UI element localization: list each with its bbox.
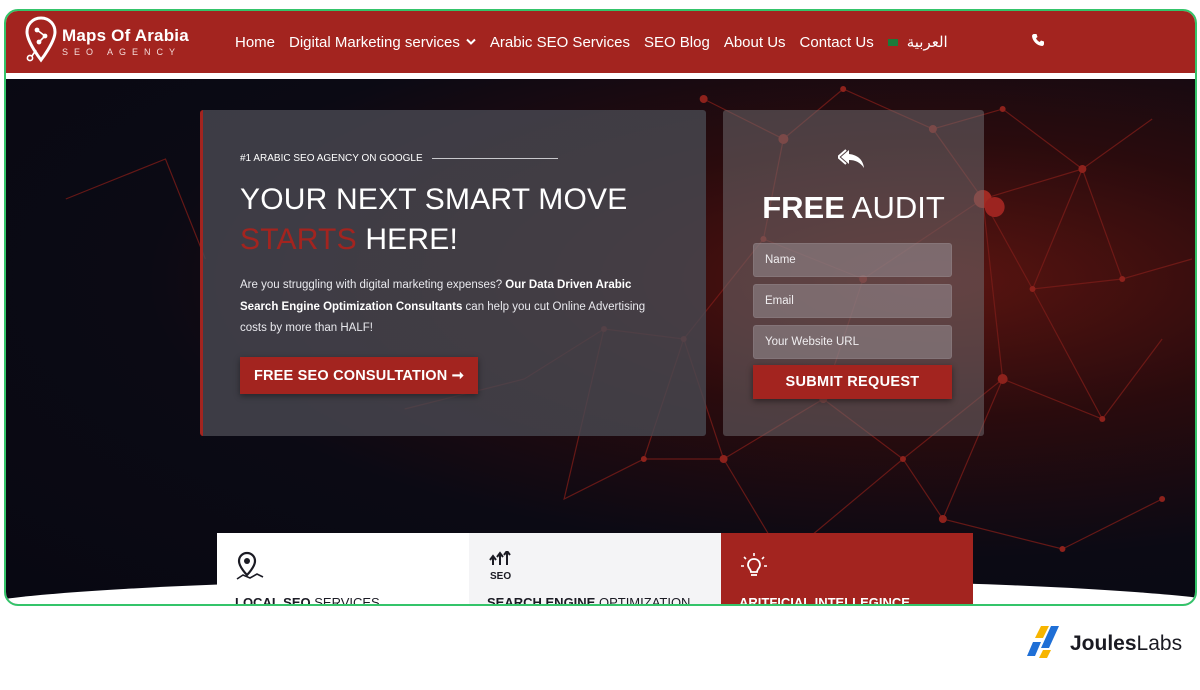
service-card-local-seo[interactable]: LOCAL SEO SERVICES xyxy=(217,533,469,606)
service-label-local-seo: LOCAL SEO SERVICES xyxy=(235,595,380,606)
seo-icon-text: SEO xyxy=(490,571,511,581)
brand-name-bold: Joules xyxy=(1070,632,1137,655)
chevron-down-icon xyxy=(466,38,476,45)
free-audit-title: FREE AUDIT xyxy=(723,190,984,226)
submit-request-button[interactable]: SUBMIT REQUEST xyxy=(753,365,952,399)
nav-digital-marketing-label: Digital Marketing services xyxy=(289,33,460,51)
phone-icon[interactable] xyxy=(1031,33,1045,47)
hero-desc-intro: Are you struggling with digital marketin… xyxy=(240,279,506,291)
hero-headline-line1: YOUR NEXT SMART MOVE xyxy=(240,183,628,216)
seo-arrows-icon: SEO xyxy=(489,551,511,581)
main-menu: Home Digital Marketing services Arabic S… xyxy=(235,11,948,73)
email-field[interactable] xyxy=(753,284,952,318)
nav-contact[interactable]: Contact Us xyxy=(800,34,874,51)
hero-headline: YOUR NEXT SMART MOVE STARTS HERE! xyxy=(240,180,627,260)
hero-card: #1 ARABIC SEO AGENCY ON GOOGLE YOUR NEXT… xyxy=(200,110,706,436)
jouleslabs-logo-icon xyxy=(1027,626,1059,658)
service-label-rest: SERVICES xyxy=(310,595,380,606)
audit-title-bold: FREE xyxy=(762,190,845,225)
service-label-artificial-intelligence: ARITFICIAL INTELLEGINCE xyxy=(739,595,910,606)
audit-title-rest: AUDIT xyxy=(844,190,945,225)
nav-seo-blog[interactable]: SEO Blog xyxy=(644,34,710,51)
hero-eyebrow-text: #1 ARABIC SEO AGENCY ON GOOGLE xyxy=(240,153,423,164)
hero-headline-accent: STARTS xyxy=(240,223,357,256)
browser-frame: Maps Of Arabia SEO AGENCY Home Digital M… xyxy=(4,9,1197,606)
nav-home-label: Home xyxy=(235,33,276,51)
hero-eyebrow: #1 ARABIC SEO AGENCY ON GOOGLE xyxy=(240,153,558,164)
nav-arabic-seo-label: Arabic SEO Services xyxy=(489,33,630,51)
hero-headline-rest: HERE! xyxy=(356,223,459,256)
service-label-search-engine-optimization: SEARCH ENGINE OPTIMIZATION xyxy=(487,595,691,606)
eyebrow-divider xyxy=(431,158,558,159)
nav-arabic-language[interactable]: العربية xyxy=(887,33,948,51)
flag-icon xyxy=(887,38,898,46)
nav-about[interactable]: About Us xyxy=(724,34,786,51)
reply-all-icon xyxy=(838,149,864,168)
name-field[interactable] xyxy=(753,243,952,277)
map-pin-logo-icon xyxy=(25,16,57,63)
service-label-bold: SEARCH ENGINE xyxy=(487,595,596,606)
jouleslabs-watermark: JoulesLabs xyxy=(1027,626,1182,662)
free-audit-form: FREE AUDIT SUBMIT REQUEST xyxy=(723,110,984,436)
nav-digital-marketing[interactable]: Digital Marketing services xyxy=(289,34,476,51)
site-logo[interactable]: Maps Of Arabia SEO AGENCY xyxy=(24,16,189,66)
service-card-artificial-intelligence[interactable]: ARITFICIAL INTELLEGINCE xyxy=(721,533,973,606)
hero-description: Are you struggling with digital marketin… xyxy=(240,275,670,340)
nav-contact-label: Contact Us xyxy=(799,33,874,51)
logo-title: Maps Of Arabia xyxy=(62,25,189,45)
jouleslabs-wordmark: JoulesLabs xyxy=(1070,632,1182,656)
service-label-bold: LOCAL SEO xyxy=(235,595,311,606)
service-label-rest: OPTIMIZATION xyxy=(595,595,691,606)
nav-arabic-label: العربية xyxy=(906,34,948,51)
nav-arabic-seo[interactable]: Arabic SEO Services xyxy=(490,34,630,51)
hero-section: #1 ARABIC SEO AGENCY ON GOOGLE YOUR NEXT… xyxy=(6,79,1195,604)
website-url-field[interactable] xyxy=(753,325,952,359)
brand-name-rest: Labs xyxy=(1136,632,1183,655)
lightbulb-icon xyxy=(741,553,767,576)
top-navbar: Maps Of Arabia SEO AGENCY Home Digital M… xyxy=(6,11,1195,73)
service-label-bold: ARITFICIAL INTELLEGINCE xyxy=(739,595,910,606)
nav-about-label: About Us xyxy=(723,33,786,51)
map-pin-icon xyxy=(236,551,264,580)
nav-seo-blog-label: SEO Blog xyxy=(643,33,710,51)
nav-home[interactable]: Home xyxy=(235,34,275,51)
free-seo-consultation-button[interactable]: FREE SEO CONSULTATION ➞ xyxy=(240,357,478,394)
service-card-search-engine-optimization[interactable]: SEO SEARCH ENGINE OPTIMIZATION xyxy=(469,533,721,606)
logo-subtitle: SEO AGENCY xyxy=(62,46,182,57)
